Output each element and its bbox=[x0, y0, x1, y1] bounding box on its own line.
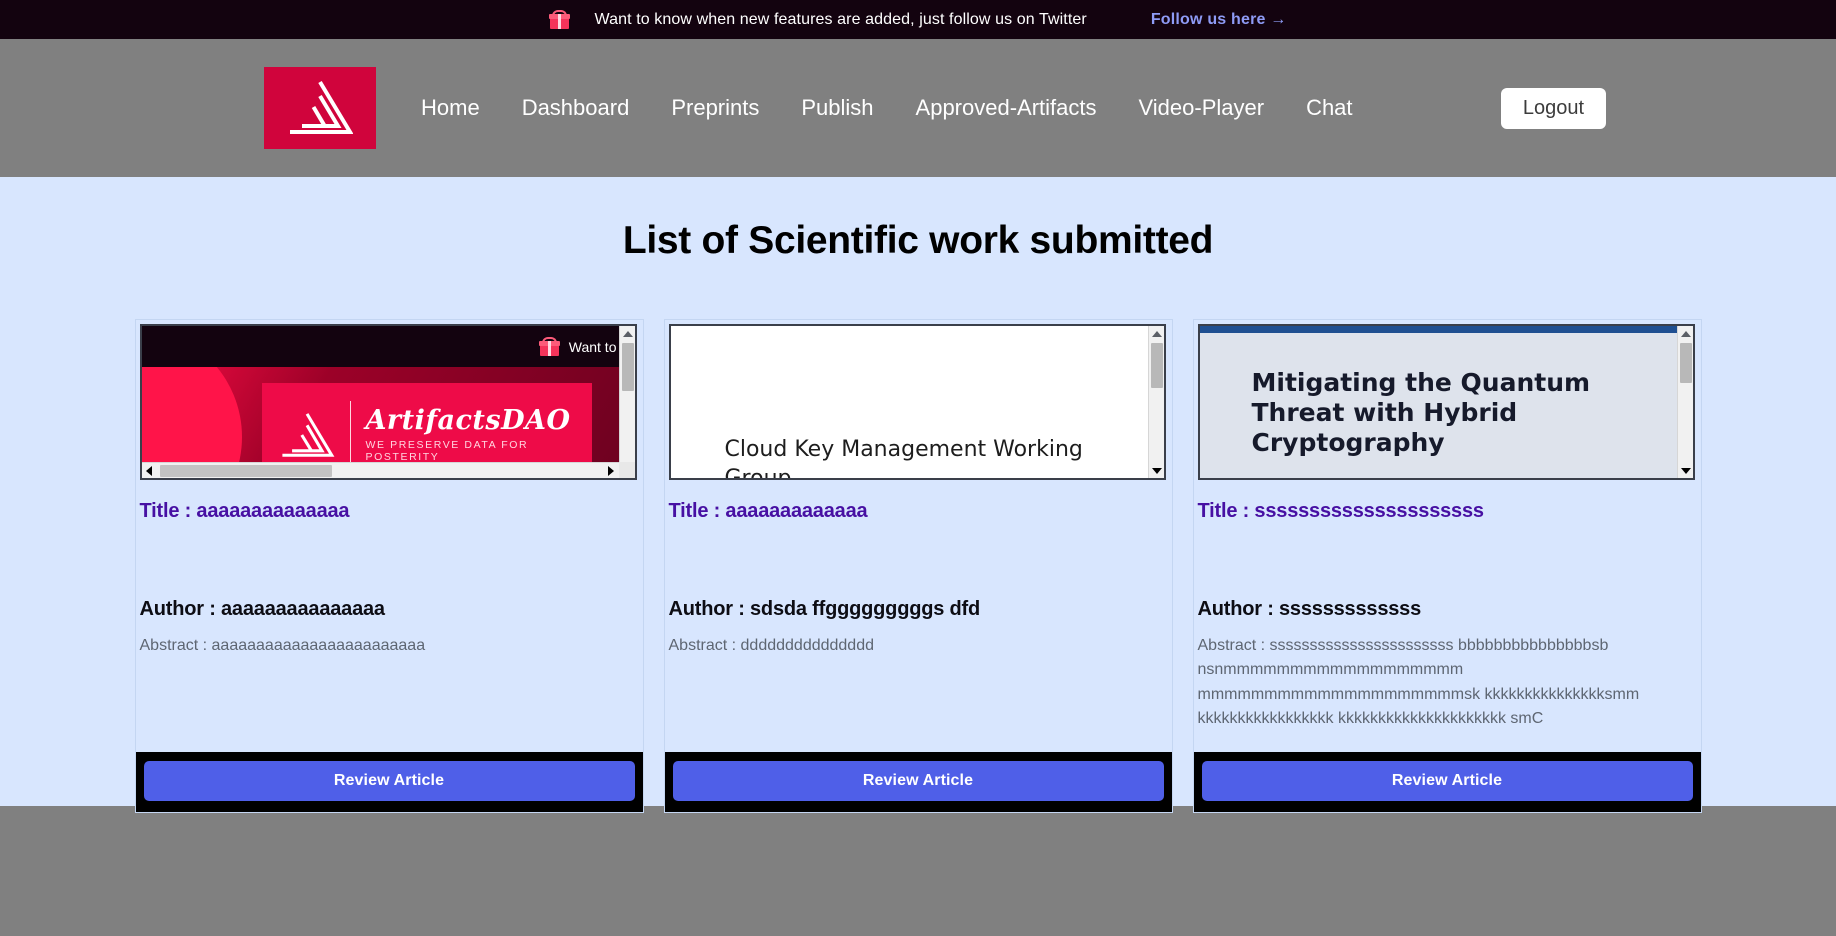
preview-vertical-scrollbar[interactable] bbox=[1676, 326, 1693, 478]
preview-horizontal-scrollbar[interactable] bbox=[141, 462, 619, 478]
vertical-scroll-thumb[interactable] bbox=[1150, 343, 1163, 388]
article-info: Title : aaaaaaaaaaaaa Author : sdsda ffg… bbox=[665, 480, 1172, 752]
preview-vertical-scrollbar[interactable] bbox=[618, 326, 635, 478]
promo-message-group: Want to know when new features are added… bbox=[548, 10, 1087, 29]
article-card-footer: Review Article bbox=[664, 752, 1172, 812]
article-author: Author : aaaaaaaaaaaaaaa bbox=[139, 598, 386, 620]
article-card: Cloud Key Management Working Group Title… bbox=[663, 319, 1173, 813]
article-card: Want to ArtifactsDAO WE PRESERVE DATA FO… bbox=[134, 319, 644, 813]
logout-button[interactable]: Logout bbox=[1500, 87, 1606, 129]
preview-document-title: Cloud Key Management Working Group bbox=[724, 437, 1083, 478]
nav-item-approved-artifacts[interactable]: Approved-Artifacts bbox=[895, 89, 1118, 127]
article-preview-frame[interactable]: Want to ArtifactsDAO WE PRESERVE DATA FO… bbox=[139, 324, 637, 480]
preview-brand-card: ArtifactsDAO WE PRESERVE DATA FOR POSTER… bbox=[261, 383, 592, 462]
nav-links: Home Dashboard Preprints Publish Approve… bbox=[400, 89, 1374, 127]
scroll-up-icon[interactable] bbox=[620, 326, 635, 341]
preview-tagline: WE PRESERVE DATA FOR POSTERITY bbox=[365, 438, 529, 462]
preview-document-title: Mitigating the Quantum Threat with Hybri… bbox=[1251, 368, 1591, 457]
article-author: Author : sdsda ffgggggggggs dfd bbox=[668, 598, 981, 620]
article-card-footer: Review Article bbox=[135, 752, 643, 812]
follow-us-link[interactable]: Follow us here → bbox=[1151, 11, 1287, 29]
main-content: List of Scientific work submitted Want t… bbox=[0, 177, 1836, 813]
scroll-down-icon[interactable] bbox=[1149, 463, 1164, 478]
page-title: List of Scientific work submitted bbox=[622, 219, 1214, 262]
scroll-left-icon[interactable] bbox=[142, 463, 157, 478]
nav-item-preprints[interactable]: Preprints bbox=[650, 89, 780, 127]
scroll-right-icon[interactable] bbox=[604, 463, 619, 478]
scroll-down-icon[interactable] bbox=[1678, 463, 1693, 478]
preview-hero: ArtifactsDAO WE PRESERVE DATA FOR POSTER… bbox=[141, 367, 619, 462]
article-abstract: Abstract : aaaaaaaaaaaaaaaaaaaaaaaa bbox=[139, 637, 426, 654]
gift-icon bbox=[548, 10, 570, 29]
nav-item-dashboard[interactable]: Dashboard bbox=[501, 89, 651, 127]
artifactsdao-logo[interactable] bbox=[264, 67, 376, 149]
nav-item-chat[interactable]: Chat bbox=[1285, 89, 1373, 127]
article-card-footer: Review Article bbox=[1193, 752, 1701, 812]
page-footer-area bbox=[0, 806, 1836, 936]
preview-viewport: Cloud Key Management Working Group bbox=[670, 326, 1148, 478]
article-info: Title : sssssssssssssssssssss Author : s… bbox=[1194, 480, 1701, 752]
triangle-logo-icon bbox=[281, 413, 334, 457]
preview-document-page: Mitigating the Quantum Threat with Hybri… bbox=[1199, 326, 1677, 478]
promo-banner: Want to know when new features are added… bbox=[0, 0, 1836, 39]
article-title: Title : aaaaaaaaaaaaaa bbox=[139, 500, 350, 522]
vertical-scroll-thumb[interactable] bbox=[621, 343, 634, 391]
scroll-up-icon[interactable] bbox=[1678, 326, 1693, 341]
article-preview-frame[interactable]: Mitigating the Quantum Threat with Hybri… bbox=[1197, 324, 1695, 480]
main-navbar: Home Dashboard Preprints Publish Approve… bbox=[0, 39, 1836, 177]
article-info: Title : aaaaaaaaaaaaaa Author : aaaaaaaa… bbox=[136, 480, 643, 752]
preview-viewport: Mitigating the Quantum Threat with Hybri… bbox=[1199, 326, 1677, 478]
article-author: Author : sssssssssssss bbox=[1197, 598, 1422, 620]
scrollbar-corner bbox=[618, 462, 635, 478]
review-article-button[interactable]: Review Article bbox=[143, 761, 635, 801]
vertical-scroll-thumb[interactable] bbox=[1679, 343, 1692, 383]
article-card-list: Want to ArtifactsDAO WE PRESERVE DATA FO… bbox=[0, 319, 1836, 813]
preview-viewport: Want to ArtifactsDAO WE PRESERVE DATA FO… bbox=[141, 326, 619, 462]
preview-promo-text: Want to bbox=[568, 338, 617, 355]
preview-pdf-page: Cloud Key Management Working Group bbox=[670, 326, 1148, 478]
preview-wordmark: ArtifactsDAO bbox=[365, 405, 571, 437]
article-abstract: Abstract : ddddddddddddddd bbox=[668, 637, 875, 654]
nav-item-publish[interactable]: Publish bbox=[780, 89, 894, 127]
promo-message: Want to know when new features are added… bbox=[594, 10, 1087, 28]
article-title: Title : aaaaaaaaaaaaa bbox=[668, 500, 868, 522]
article-title: Title : sssssssssssssssssssss bbox=[1197, 500, 1485, 522]
preview-vertical-scrollbar[interactable] bbox=[1147, 326, 1164, 478]
article-preview-frame[interactable]: Cloud Key Management Working Group bbox=[668, 324, 1166, 480]
nav-item-video-player[interactable]: Video-Player bbox=[1118, 89, 1286, 127]
horizontal-scroll-thumb[interactable] bbox=[159, 465, 332, 477]
preview-divider bbox=[349, 401, 352, 462]
review-article-button[interactable]: Review Article bbox=[1201, 761, 1693, 801]
review-article-button[interactable]: Review Article bbox=[672, 761, 1164, 801]
preview-document-accent-bar bbox=[1199, 326, 1677, 333]
preview-promo-bar: Want to bbox=[141, 326, 619, 367]
triangle-logo-icon bbox=[290, 80, 353, 134]
nav-item-home[interactable]: Home bbox=[400, 89, 501, 127]
article-abstract: Abstract : sssssssssssssssssssssss bbbbb… bbox=[1197, 637, 1640, 727]
gift-icon bbox=[538, 337, 560, 356]
article-card: Mitigating the Quantum Threat with Hybri… bbox=[1192, 319, 1702, 813]
scroll-up-icon[interactable] bbox=[1149, 326, 1164, 341]
